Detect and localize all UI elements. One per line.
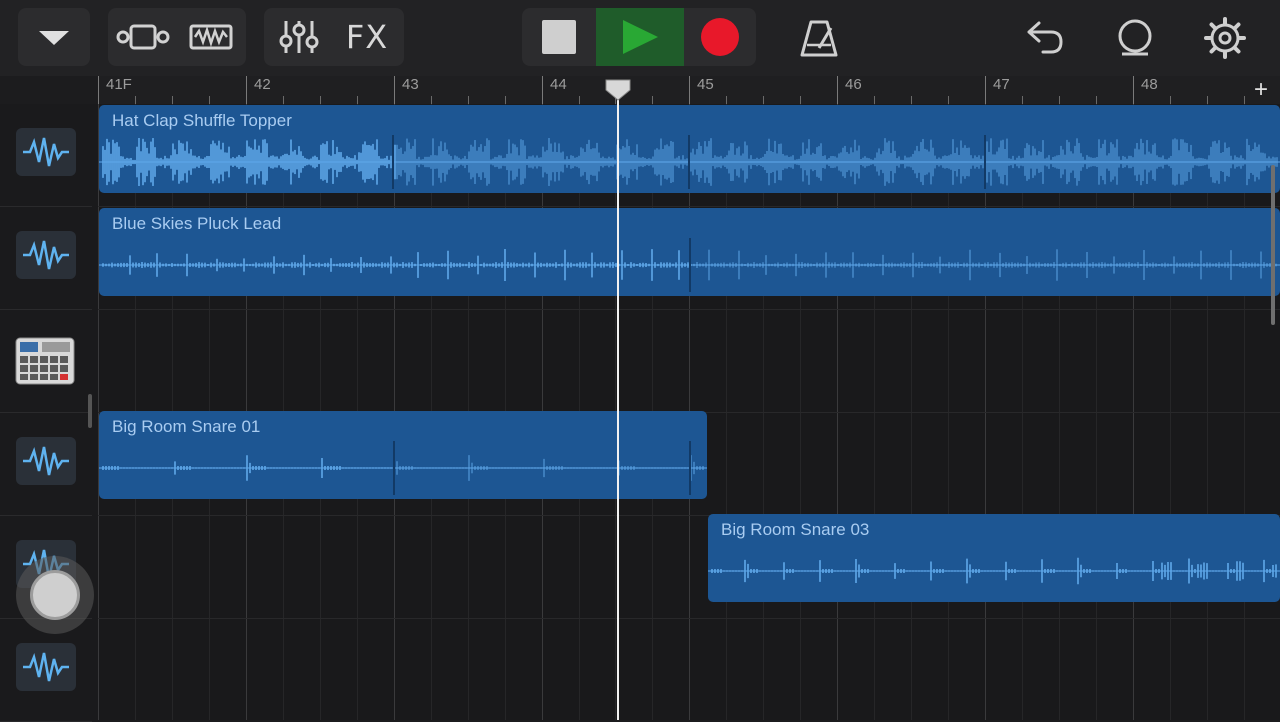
mixer-button[interactable]: [266, 18, 332, 56]
settings-button[interactable]: [1200, 14, 1250, 62]
bar-number: 48: [1141, 76, 1158, 93]
beat-tick: [911, 96, 912, 104]
add-track-button[interactable]: +: [1254, 76, 1268, 104]
track-header-resize-handle[interactable]: [88, 394, 92, 428]
audio-waveform-icon: [16, 437, 76, 485]
view-switcher-group: [108, 8, 246, 66]
play-button[interactable]: [596, 8, 684, 66]
bar-number: 41F: [106, 76, 132, 93]
fx-label: FX: [345, 18, 389, 56]
region-waveform: [99, 441, 707, 495]
audio-region[interactable]: Hat Clap Shuffle Topper: [99, 105, 1280, 193]
stop-button[interactable]: [522, 8, 596, 66]
track-header[interactable]: [0, 310, 92, 413]
loop-browser-button[interactable]: [1110, 14, 1160, 62]
track-lane[interactable]: [98, 310, 1280, 413]
beat-tick: [1170, 96, 1171, 104]
beat-tick: [800, 96, 801, 104]
metronome-icon: [800, 20, 838, 57]
region-label: Blue Skies Pluck Lead: [112, 214, 282, 233]
live-loops-icon: [189, 24, 233, 50]
beat-tick: [1096, 96, 1097, 104]
gear-icon: [1204, 17, 1246, 59]
undo-button[interactable]: [1020, 14, 1070, 62]
bar-number: 42: [254, 76, 271, 93]
vertical-scrollbar[interactable]: [1271, 165, 1275, 325]
region-waveform: [708, 557, 1280, 585]
region-waveform: [99, 135, 1280, 189]
bar-number: 47: [993, 76, 1010, 93]
beat-tick: [468, 96, 469, 104]
beat-tick: [874, 96, 875, 104]
tracks-area[interactable]: Hat Clap Shuffle Topper Blue Skies Pluck…: [98, 104, 1280, 720]
playhead[interactable]: [617, 90, 619, 720]
assistive-touch-button[interactable]: [16, 556, 94, 634]
track-header[interactable]: [0, 619, 92, 722]
bar-ruler[interactable]: 41F 42 43 44 45 46 47 48 +: [98, 76, 1280, 105]
beat-tick: [948, 96, 949, 104]
beat-tick: [505, 96, 506, 104]
audio-waveform-icon: [16, 231, 76, 279]
stop-icon: [542, 20, 576, 54]
control-bar: FX: [0, 0, 1280, 76]
bar-number: 46: [845, 76, 862, 93]
track-header[interactable]: [0, 413, 92, 516]
region-waveform: [99, 238, 1280, 292]
beat-tick: [1207, 96, 1208, 104]
play-icon: [623, 20, 658, 54]
live-loops-button[interactable]: [177, 22, 245, 52]
metronome-button[interactable]: [794, 14, 844, 62]
region-label: Big Room Snare 03: [721, 520, 870, 539]
beat-tick: [763, 96, 764, 104]
beat-tick: [726, 96, 727, 104]
audio-region[interactable]: Big Room Snare 01: [99, 411, 707, 499]
beat-tick: [652, 96, 653, 104]
fx-button[interactable]: FX: [332, 18, 402, 56]
mixer-fx-group: FX: [264, 8, 404, 66]
bar-number: 44: [550, 76, 567, 93]
beat-tick: [357, 96, 358, 104]
loop-icon: [1118, 19, 1152, 56]
undo-icon: [1027, 21, 1063, 54]
playhead-handle[interactable]: [604, 78, 632, 102]
track-header[interactable]: [0, 104, 92, 207]
audio-region[interactable]: Big Room Snare 03: [708, 514, 1280, 602]
chevron-down-icon: [39, 31, 69, 45]
mixer-sliders-icon: [279, 21, 319, 53]
bar-number: 43: [402, 76, 419, 93]
record-button[interactable]: [684, 8, 756, 66]
tracks-view-button[interactable]: [109, 22, 177, 52]
beat-tick: [209, 96, 210, 104]
beat-tick: [283, 96, 284, 104]
region-label: Big Room Snare 01: [112, 417, 261, 436]
transport-controls: [522, 8, 756, 66]
beat-tick: [579, 96, 580, 104]
bar-number: 45: [697, 76, 714, 93]
view-menu-button[interactable]: [18, 8, 90, 66]
track-lane[interactable]: [98, 619, 1280, 720]
audio-waveform-icon: [16, 643, 76, 691]
beat-tick: [1022, 96, 1023, 104]
tracks-view-icon: [116, 24, 170, 50]
region-label: Hat Clap Shuffle Topper: [112, 111, 292, 130]
audio-region[interactable]: Blue Skies Pluck Lead: [99, 208, 1280, 296]
record-icon: [701, 18, 739, 56]
beat-tick: [1244, 96, 1245, 104]
beat-tick: [135, 96, 136, 104]
beat-tick: [1059, 96, 1060, 104]
assistive-touch-icon: [30, 570, 80, 620]
beat-tick: [320, 96, 321, 104]
beat-tick: [431, 96, 432, 104]
beat-tick: [172, 96, 173, 104]
drum-machine-icon: [14, 332, 76, 388]
track-header[interactable]: [0, 207, 92, 310]
audio-waveform-icon: [16, 128, 76, 176]
